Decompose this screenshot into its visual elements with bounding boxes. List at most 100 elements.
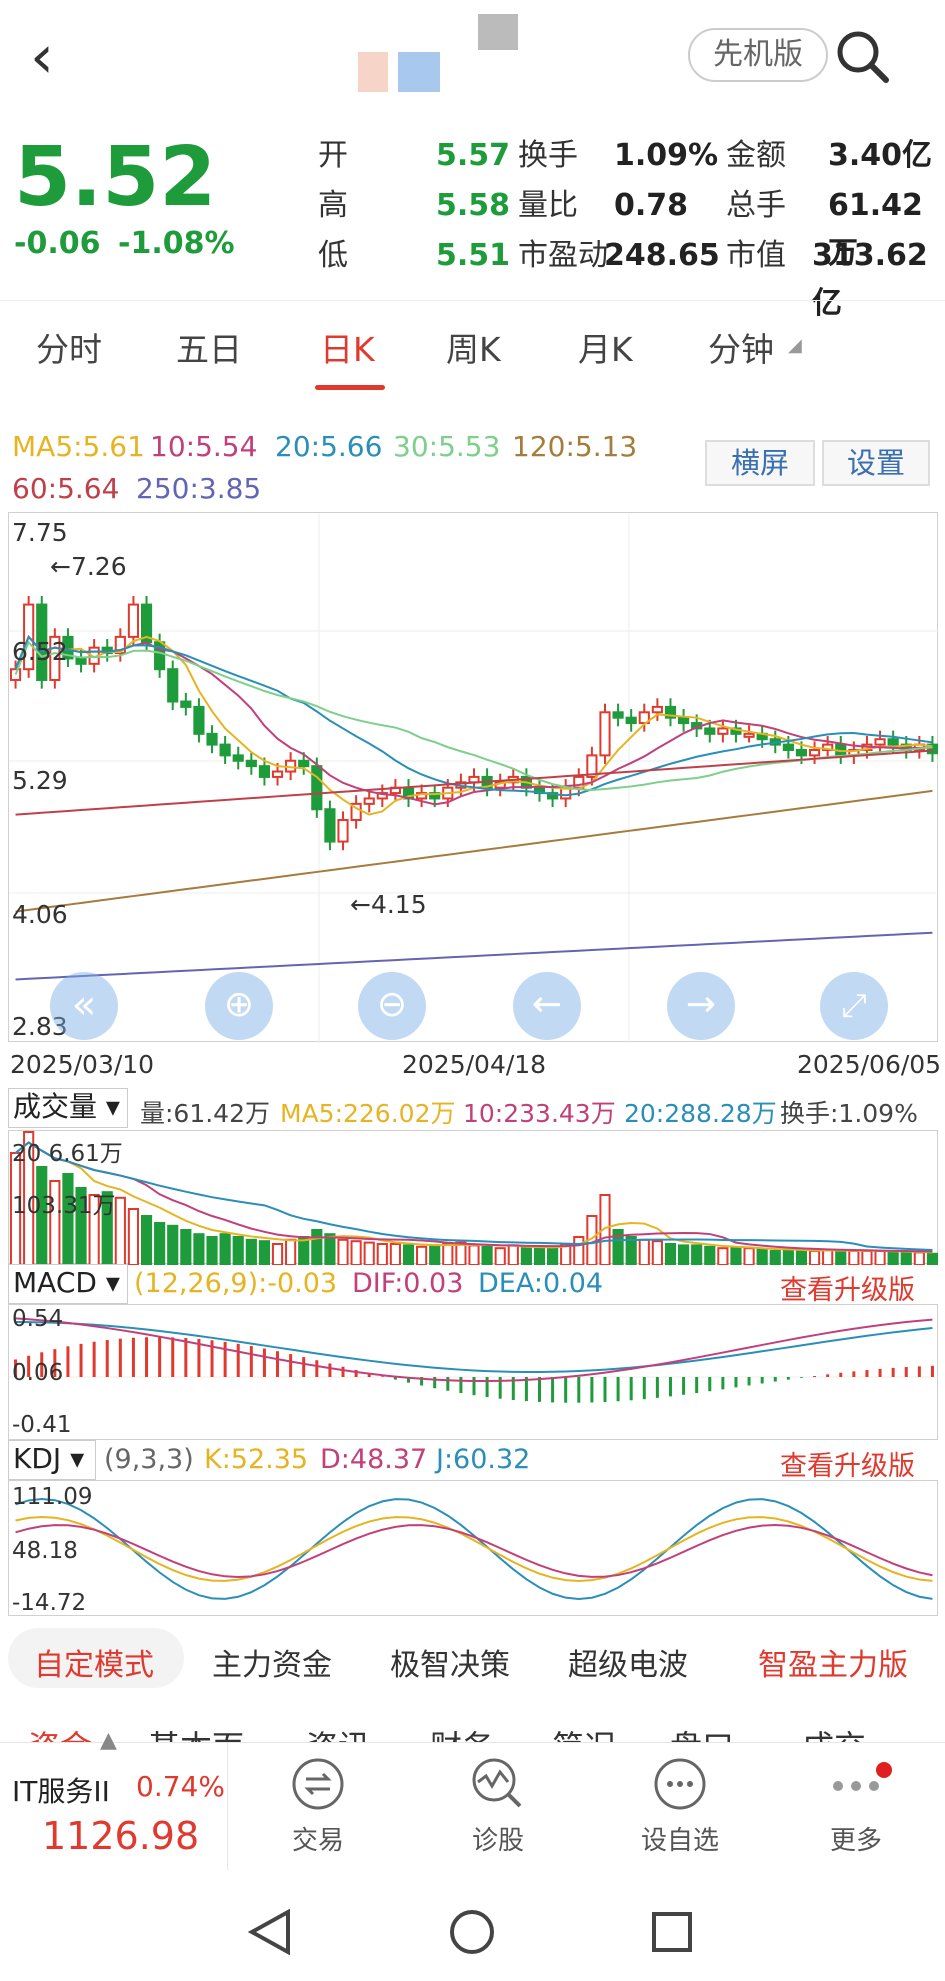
volume-bar [861,1250,873,1266]
landscape-button[interactable]: 横屏 [705,440,815,486]
tab-period[interactable]: 五日 [176,323,242,371]
volume-bar [140,1215,153,1266]
volume-bar [756,1248,768,1266]
quote-l-cell: 金额 [726,138,786,173]
mode-tab[interactable]: 主力资金 [212,1640,332,1684]
volume-bar [507,1244,519,1267]
kline-panel[interactable] [8,512,939,1043]
mode-button[interactable]: 先机版 [688,28,828,82]
kdj-d: D:48.37 [320,1444,428,1475]
active-tab-indicator [315,385,385,390]
low-annotation: ←4.15 [350,890,427,919]
arrow-left-icon[interactable]: ← [513,972,581,1040]
nav-add-watchlist[interactable]: 设自选 [610,1750,750,1860]
volume-panel[interactable] [8,1130,939,1267]
quote-v-cell: 5.57 [436,138,511,173]
kdj-j-line [15,1497,933,1601]
candle-body [782,743,794,751]
vol-ma5-line [14,1141,933,1254]
macd-dea: DEA:0.04 [478,1268,604,1299]
ma30-label: 30:5.53 [393,430,501,463]
index-card[interactable]: ▲ IT服务II 0.74% 1126.98 [0,1728,228,1870]
nav-diagnose[interactable]: 诊股 [428,1750,568,1860]
kdj-upgrade-link[interactable]: 查看升级版 [780,1444,915,1483]
candle-body [795,748,808,757]
mode-tab[interactable]: 自定模式 [34,1640,154,1684]
tab-period[interactable]: 日K [320,323,375,371]
candle-body [651,705,663,714]
fullscreen-icon[interactable]: ⤢ [820,972,888,1040]
volume-bar [848,1250,860,1266]
volume-selector[interactable]: 成交量 ▾ [8,1088,128,1128]
candle-body [363,797,375,805]
volume-bar [232,1236,244,1266]
ma250-label: 250:3.85 [136,472,262,505]
dea-line [15,1321,933,1373]
macd-params: (12,26,9):-0.03 [134,1268,338,1299]
volume-bar [416,1245,428,1267]
candle-body [599,711,611,757]
zoom-out-icon[interactable]: ⊖ [358,972,426,1040]
volume-bar [350,1240,362,1266]
mode-tab[interactable]: 超级电波 [568,1640,688,1684]
candle-body [206,732,218,746]
volume-bar [311,1229,323,1266]
ma60-line [15,749,933,816]
kdj-selector[interactable]: KDJ ▾ [8,1440,96,1480]
quote-v-cell: 3.40亿 [828,138,933,173]
tab-period[interactable]: 周K [446,323,501,371]
candle-body [704,727,716,735]
volume-bar [887,1251,899,1267]
dif-line [15,1317,933,1382]
arrow-right-icon[interactable]: → [667,972,735,1040]
candle-body [874,738,886,746]
tab-period[interactable]: 分钟 [708,323,774,371]
rewind-icon[interactable]: « [50,972,118,1040]
zoom-in-icon[interactable]: ⊕ [205,972,273,1040]
mode-tab[interactable]: 智盈主力版 [758,1640,908,1684]
volume-bar [127,1208,140,1266]
volume-bar [573,1236,585,1266]
kdj-panel[interactable] [8,1480,938,1616]
kdj-k: K:52.35 [204,1444,309,1475]
back-triangle-icon[interactable] [248,1908,292,1956]
candle-body [887,738,899,746]
volume-bar [193,1233,205,1266]
index-value: 1126.98 [42,1814,200,1858]
nav-exchange[interactable]: 交易 [248,1750,388,1860]
ma30-line [14,640,933,792]
mode-tab[interactable]: 极智决策 [390,1640,510,1684]
index-pct: 0.74% [136,1770,225,1803]
exchange-icon [290,1756,346,1812]
chevron-left-icon[interactable]: ‹ [30,22,80,92]
macd-panel[interactable] [8,1304,939,1440]
volume-bar [835,1250,847,1266]
macd-upgrade-link[interactable]: 查看升级版 [780,1268,915,1307]
volume-bar [520,1247,532,1266]
vol-ma20-line [14,1141,933,1251]
tab-period[interactable]: 月K [578,323,633,371]
candle-body [232,754,244,762]
search-icon[interactable] [832,26,892,86]
home-circle-icon[interactable] [448,1908,496,1956]
volume-bar [795,1250,808,1266]
volume-bar [468,1244,480,1267]
settings-button[interactable]: 设置 [822,440,930,486]
volume-bar [913,1251,925,1267]
date-label: 2025/06/05 [797,1050,942,1079]
volume-bar [926,1252,939,1267]
quote-l-cell: 总手 [726,188,786,223]
tab-period[interactable]: 分时 [36,323,102,371]
volume-bar [651,1240,663,1266]
macd-selector[interactable]: MACD ▾ [8,1264,128,1304]
nav-more[interactable]: 更多 [786,1750,926,1860]
candle-body [180,700,192,708]
kdj-j: J:60.32 [436,1444,531,1475]
recents-square-icon[interactable] [650,1910,694,1954]
quote-l-cell: 市值 [726,238,786,273]
quote-v-cell: 313.62亿 [812,238,928,321]
volume-bar [389,1243,401,1266]
candle-body [298,759,310,768]
kline-y-label: 7.75 [12,518,68,547]
quote-v-cell: 248.65 [604,238,720,273]
